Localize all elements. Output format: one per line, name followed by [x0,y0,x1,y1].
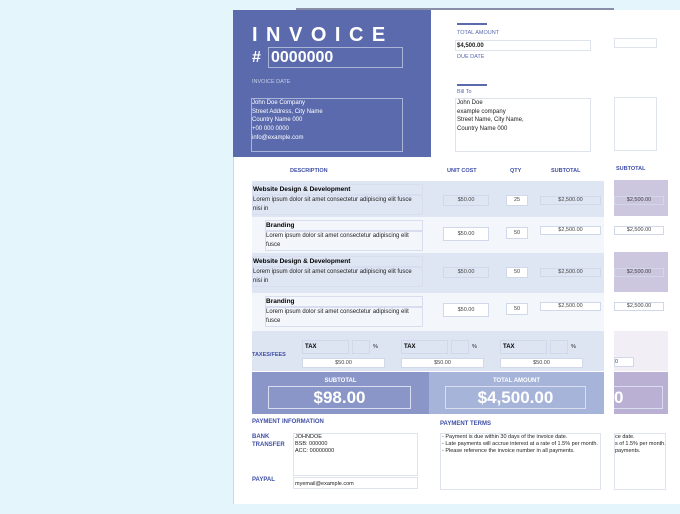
item-title[interactable]: Website Design & Development [252,256,423,267]
ghost-terms: ce date. s of 1.5% per month. payments. [614,433,666,490]
percent-sign: % [472,344,477,350]
percent-sign: % [571,344,576,350]
qty-field[interactable]: 25 [506,195,528,206]
ghost-cell [614,292,668,330]
addr-line: Street Address, City Name [252,108,323,115]
qty-field[interactable]: 50 [506,227,528,239]
term-line: payments. [615,448,641,454]
addr-line: +00 000 0000 [252,126,289,133]
term-line: - Late payments will accrue interest at … [442,441,598,447]
tax-amount-field: $50.00 [302,358,385,368]
subtotal-value: $98.00 [268,386,411,409]
payment-info-label: PAYMENT INFORMATION [252,419,324,425]
tax-percent-field[interactable] [451,340,469,354]
bank-line: BSB: 000000 [295,441,328,447]
ghost-subtotal: $2,500.00 [614,302,664,311]
payment-terms-label: PAYMENT TERMS [440,421,492,427]
bank-line: ACC: 00000000 [295,448,335,454]
unit-cost-field[interactable]: $50.00 [443,195,489,206]
due-date-label: DUE DATE [457,54,485,60]
bill-line: example company [457,108,506,115]
ghost-subtotal: $2,500.00 [614,226,664,235]
subtotal-label: SUBTOTAL [324,378,357,384]
taxes-label: TAXES/FEES [252,352,286,358]
item-description[interactable]: Lorem ipsum dolor sit amet consectetur a… [265,307,423,327]
total-value: $4,500.00 [445,386,586,409]
addr-line: John Doe Company [252,100,306,106]
col-description: DESCRIPTION [290,168,328,174]
item-title[interactable]: Website Design & Development [252,184,423,195]
tax-percent-field[interactable] [550,340,568,354]
invoice-title: INVOICE [252,24,394,46]
col-unit-cost: UNIT COST [447,168,477,174]
invoice-date-label: INVOICE DATE [252,79,291,85]
addr-line: info@example.com [252,134,304,141]
qty-field[interactable]: 50 [506,267,528,278]
bill-to-field[interactable]: John Doe example company Street Name, Ci… [455,98,591,152]
sender-address-field[interactable]: John Doe Company Street Address, City Na… [251,98,403,152]
qty-field[interactable]: 50 [506,303,528,315]
col-qty: QTY [510,168,522,174]
paypal-label: PAYPAL [252,477,275,483]
term-line: s of 1.5% per month. [615,441,666,447]
subtotal-field: $2,500.00 [540,226,601,235]
bank-details-field[interactable]: JOHNDOE BSB: 000000 ACC: 00000000 [293,433,418,476]
total-amount-field[interactable]: $4,500.00 [455,40,591,51]
tax-name-field[interactable] [500,340,547,354]
addr-line: Country Name 000 [252,117,303,124]
bill-line: John Doe [457,100,483,106]
total-panel: TOTAL AMOUNT $4,500.00 [429,372,604,414]
paypal-field[interactable]: myemail@example.com [293,477,418,489]
bank-line: JOHNDOE [295,434,322,440]
col-subtotal: SUBTOTAL [551,168,581,174]
ghost-tax-amount: 0 [614,357,634,367]
ghost-field [614,38,657,48]
ghost-subtotal: $2,500.00 [614,268,664,277]
bill-line: Street Name, City Name, [457,117,524,124]
ghost-total-value: 0 [614,386,663,409]
tax-amount-field: $50.00 [401,358,484,368]
ghost-subtotal: $2,500.00 [614,196,664,205]
item-description[interactable]: Lorem ipsum dolor sit amet consectetur a… [252,267,423,287]
divider [457,84,487,86]
item-description[interactable]: Lorem ipsum dolor sit amet consectetur a… [252,195,423,215]
subtotal-field: $2,500.00 [540,196,601,205]
total-label: TOTAL AMOUNT [492,378,541,384]
item-description[interactable]: Lorem ipsum dolor sit amet consectetur a… [265,231,423,251]
bill-to-label: Bill To [457,89,472,95]
unit-cost-field[interactable]: $50.00 [443,267,489,278]
bill-line: Country Name 000 [457,126,508,133]
subtotal-field: $2,500.00 [540,302,601,311]
ghost-field [614,97,657,151]
term-line: - Please reference the invoice number in… [442,448,575,454]
payment-terms-field[interactable]: - Payment is due within 30 days of the i… [440,433,601,490]
percent-sign: % [373,344,378,350]
hash-sign: # [252,49,261,66]
tax-percent-field[interactable] [352,340,370,354]
ghost-col-subtotal: SUBTOTAL [616,166,646,172]
tax-amount-field: $50.00 [500,358,583,368]
term-line: ce date. [615,434,635,440]
divider [457,23,487,25]
bank-transfer-label: BANK TRANSFER [252,434,285,448]
subtotal-panel: SUBTOTAL $98.00 [252,372,429,414]
ghost-total-panel: 0 [614,372,668,414]
total-amount-label: TOTAL AMOUNT [457,30,500,36]
unit-cost-field[interactable]: $50.00 [443,227,489,241]
tax-name-field[interactable] [302,340,349,354]
tax-name-field[interactable] [401,340,448,354]
item-title[interactable]: Branding [265,296,423,307]
subtotal-field: $2,500.00 [540,268,601,277]
unit-cost-field[interactable]: $50.00 [443,303,489,317]
term-line: - Payment is due within 30 days of the i… [442,434,568,440]
invoice-number-input[interactable]: 0000000 [268,47,403,68]
item-title[interactable]: Branding [265,220,423,231]
